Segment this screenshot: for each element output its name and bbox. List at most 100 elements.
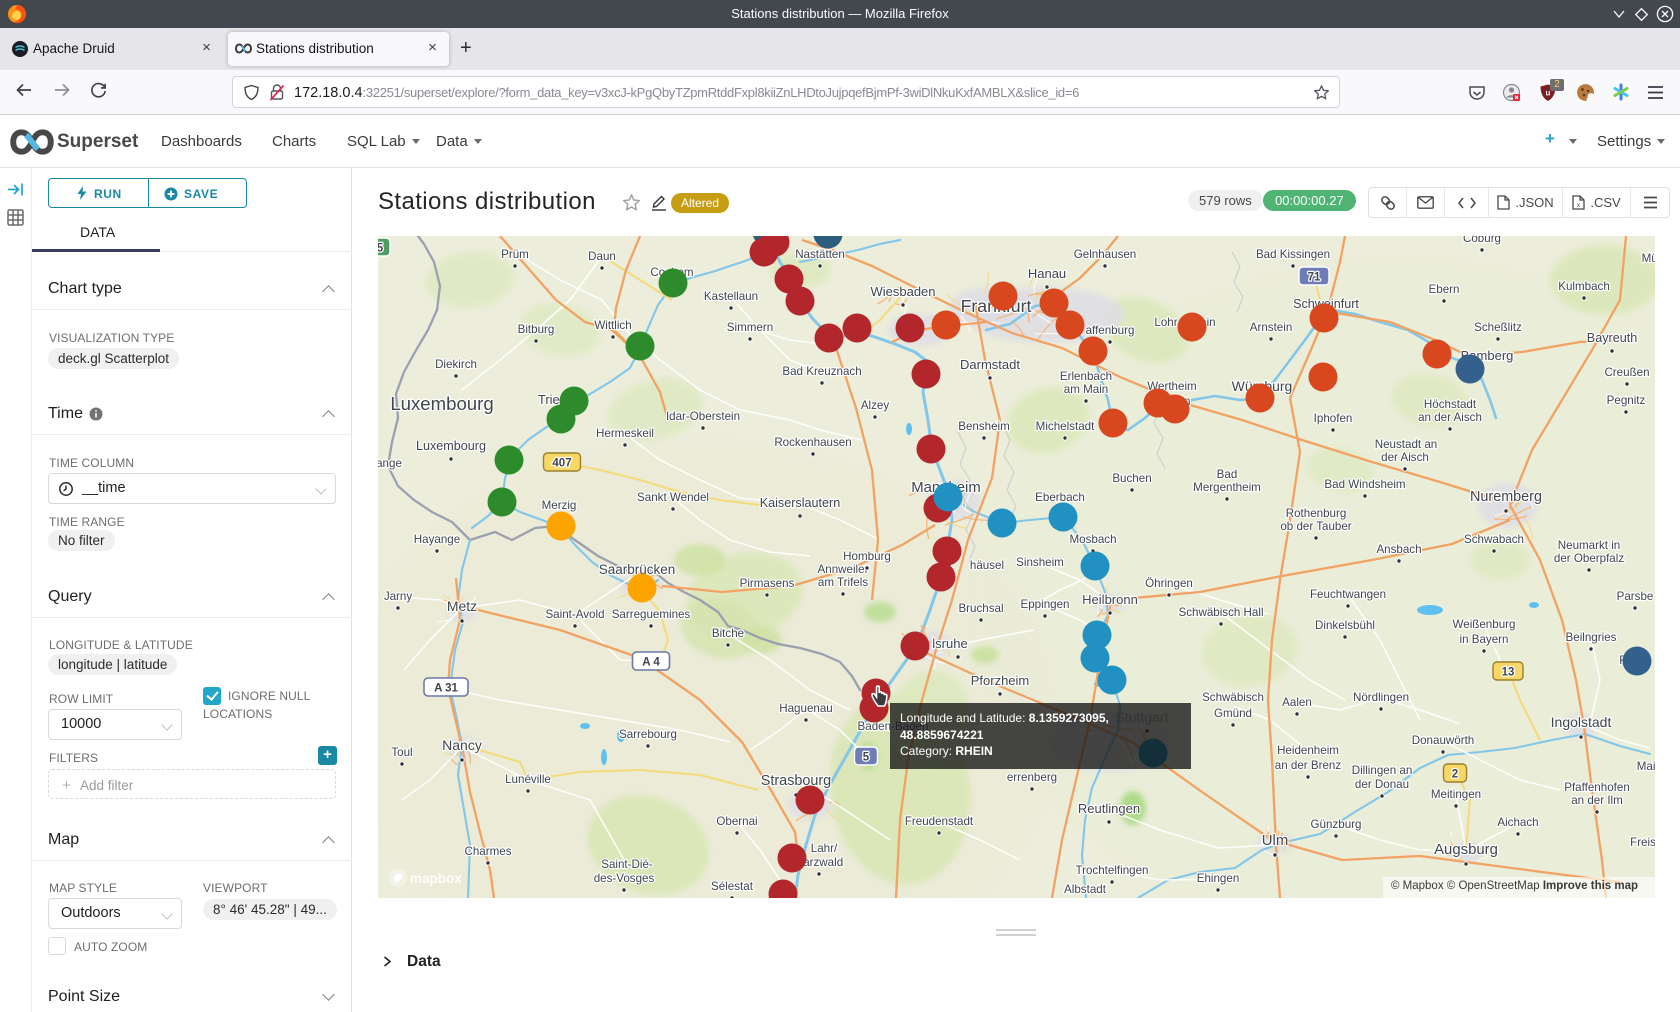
- svg-text:Mair: Mair: [1637, 760, 1655, 773]
- svg-text:Lunéville: Lunéville: [505, 773, 551, 786]
- svg-text:Günzburg: Günzburg: [1311, 818, 1362, 831]
- svg-text:A 4: A 4: [642, 657, 660, 669]
- svg-text:Creußen: Creußen: [1604, 366, 1649, 379]
- svg-text:Sélestat: Sélestat: [711, 880, 754, 893]
- svg-text:Kulmbach: Kulmbach: [1558, 280, 1610, 293]
- svg-text:affenburg: affenburg: [1086, 324, 1135, 337]
- svg-text:Luxembourg: Luxembourg: [416, 439, 486, 453]
- svg-text:Rockenhausen: Rockenhausen: [774, 436, 851, 449]
- svg-text:Bayreuth: Bayreuth: [1587, 331, 1637, 345]
- svg-text:Jarny: Jarny: [384, 590, 413, 603]
- svg-text:Bad Kissingen: Bad Kissingen: [1256, 248, 1330, 261]
- svg-text:Schwäbisch Hall: Schwäbisch Hall: [1178, 606, 1263, 619]
- svg-text:Aichach: Aichach: [1497, 816, 1538, 829]
- svg-text:Neustadt an: Neustadt an: [1375, 438, 1438, 451]
- svg-text:Mosbach: Mosbach: [1069, 533, 1116, 546]
- svg-text:Idar-Oberstein: Idar-Oberstein: [666, 410, 740, 423]
- svg-text:ob der Tauber: ob der Tauber: [1280, 520, 1351, 533]
- svg-text:Schwabach: Schwabach: [1464, 533, 1524, 546]
- svg-text:Pfaffenhofen: Pfaffenhofen: [1564, 781, 1630, 794]
- svg-text:Trochtelfingen: Trochtelfingen: [1075, 864, 1148, 877]
- svg-text:Parsbe: Parsbe: [1617, 590, 1654, 603]
- svg-text:Merzig: Merzig: [542, 499, 577, 512]
- svg-text:Pirmasens: Pirmasens: [740, 577, 795, 590]
- svg-text:Dinkelsbühl: Dinkelsbühl: [1315, 619, 1375, 632]
- svg-text:Bitche: Bitche: [712, 627, 744, 640]
- svg-text:Höchstadt: Höchstadt: [1424, 398, 1477, 411]
- svg-text:Buchen: Buchen: [1112, 472, 1151, 485]
- svg-text:Feuchtwangen: Feuchtwangen: [1310, 588, 1386, 601]
- svg-text:Bad: Bad: [1217, 468, 1238, 481]
- svg-text:2: 2: [1452, 769, 1458, 781]
- svg-text:Bad Windsheim: Bad Windsheim: [1324, 478, 1405, 491]
- svg-text:Mergentheim: Mergentheim: [1193, 481, 1261, 494]
- svg-text:Arnstein: Arnstein: [1250, 321, 1293, 334]
- svg-text:Saint-Dié-: Saint-Dié-: [601, 858, 653, 871]
- svg-text:Ulm: Ulm: [1262, 833, 1288, 849]
- svg-text:des-Vosges: des-Vosges: [594, 872, 655, 885]
- svg-text:Beilngries: Beilngries: [1566, 631, 1617, 644]
- svg-text:Kastellaun: Kastellaun: [704, 290, 758, 303]
- svg-text:ange: ange: [378, 457, 402, 470]
- svg-text:Kaiserslautern: Kaiserslautern: [760, 496, 841, 510]
- svg-text:der Aisch: der Aisch: [1381, 451, 1429, 464]
- svg-text:Weißenburg: Weißenburg: [1453, 618, 1516, 631]
- svg-text:Alzey: Alzey: [861, 399, 890, 412]
- svg-text:Wittlich: Wittlich: [594, 319, 631, 332]
- svg-text:Metz: Metz: [447, 598, 477, 614]
- svg-text:Reutlingen: Reutlingen: [1078, 801, 1140, 816]
- svg-text:Albstadt: Albstadt: [1064, 883, 1107, 896]
- svg-text:Toul: Toul: [391, 746, 412, 759]
- svg-text:407: 407: [552, 458, 571, 470]
- svg-text:Scheßlitz: Scheßlitz: [1474, 321, 1522, 334]
- svg-text:Aalen: Aalen: [1282, 696, 1312, 709]
- svg-text:an der Brenz: an der Brenz: [1275, 759, 1342, 772]
- svg-text:Heilbronn: Heilbronn: [1082, 592, 1138, 607]
- svg-text:Michelstadt: Michelstadt: [1036, 420, 1095, 433]
- svg-text:in Bayern: in Bayern: [1460, 633, 1509, 646]
- svg-text:Lahr/: Lahr/: [811, 842, 838, 855]
- svg-text:der Oberpfalz: der Oberpfalz: [1554, 552, 1624, 565]
- svg-text:71: 71: [1308, 272, 1321, 284]
- svg-text:Sarrebourg: Sarrebourg: [619, 728, 677, 741]
- svg-text:Eppingen: Eppingen: [1021, 598, 1070, 611]
- svg-text:lsruhe: lsruhe: [932, 636, 967, 651]
- svg-text:Diekirch: Diekirch: [435, 358, 477, 371]
- svg-text:Erlenbach: Erlenbach: [1060, 370, 1112, 383]
- svg-text:Darmstadt: Darmstadt: [960, 357, 1020, 372]
- svg-text:5: 5: [378, 243, 384, 255]
- svg-text:Dillingen an: Dillingen an: [1352, 764, 1413, 777]
- svg-text:Bitburg: Bitburg: [518, 323, 555, 336]
- svg-text:Nördlingen: Nördlingen: [1353, 691, 1409, 704]
- svg-text:am Trifels: am Trifels: [818, 576, 868, 589]
- svg-text:Münch: Münch: [1642, 252, 1655, 265]
- svg-text:5: 5: [863, 752, 870, 764]
- svg-text:Schwäbisch: Schwäbisch: [1202, 691, 1264, 704]
- svg-text:häusel: häusel: [970, 559, 1004, 572]
- svg-text:Hermeskeil: Hermeskeil: [596, 427, 654, 440]
- svg-text:Saint-Avold: Saint-Avold: [545, 608, 604, 621]
- svg-text:Prüm: Prüm: [501, 248, 529, 261]
- svg-text:Sarreguemines: Sarreguemines: [612, 608, 691, 621]
- svg-text:der Donau: der Donau: [1355, 778, 1409, 791]
- svg-text:Freudenstadt: Freudenstadt: [905, 815, 974, 828]
- svg-text:Pforzheim: Pforzheim: [971, 673, 1030, 688]
- svg-text:Heidenheim: Heidenheim: [1277, 744, 1339, 757]
- svg-text:Bensheim: Bensheim: [958, 420, 1010, 433]
- svg-text:Coburg: Coburg: [1463, 236, 1501, 245]
- svg-text:Augsburg: Augsburg: [1434, 842, 1498, 858]
- svg-text:Öhringen: Öhringen: [1145, 577, 1193, 590]
- svg-text:Strasbourg: Strasbourg: [761, 773, 831, 789]
- svg-text:Simmern: Simmern: [727, 321, 773, 334]
- svg-text:Rothenburg: Rothenburg: [1286, 507, 1347, 520]
- svg-text:x: x: [1577, 202, 1581, 209]
- svg-text:mapbox: mapbox: [410, 871, 462, 886]
- svg-text:Wiesbaden: Wiesbaden: [870, 284, 935, 299]
- svg-text:Daun: Daun: [588, 250, 616, 263]
- svg-text:Charmes: Charmes: [464, 845, 511, 858]
- svg-text:Neumarkt in: Neumarkt in: [1558, 539, 1621, 552]
- svg-text:13: 13: [1502, 667, 1515, 679]
- svg-text:errenberg: errenberg: [1007, 771, 1057, 784]
- svg-text:Eberbach: Eberbach: [1035, 491, 1085, 504]
- svg-text:Sankt Wendel: Sankt Wendel: [637, 491, 709, 504]
